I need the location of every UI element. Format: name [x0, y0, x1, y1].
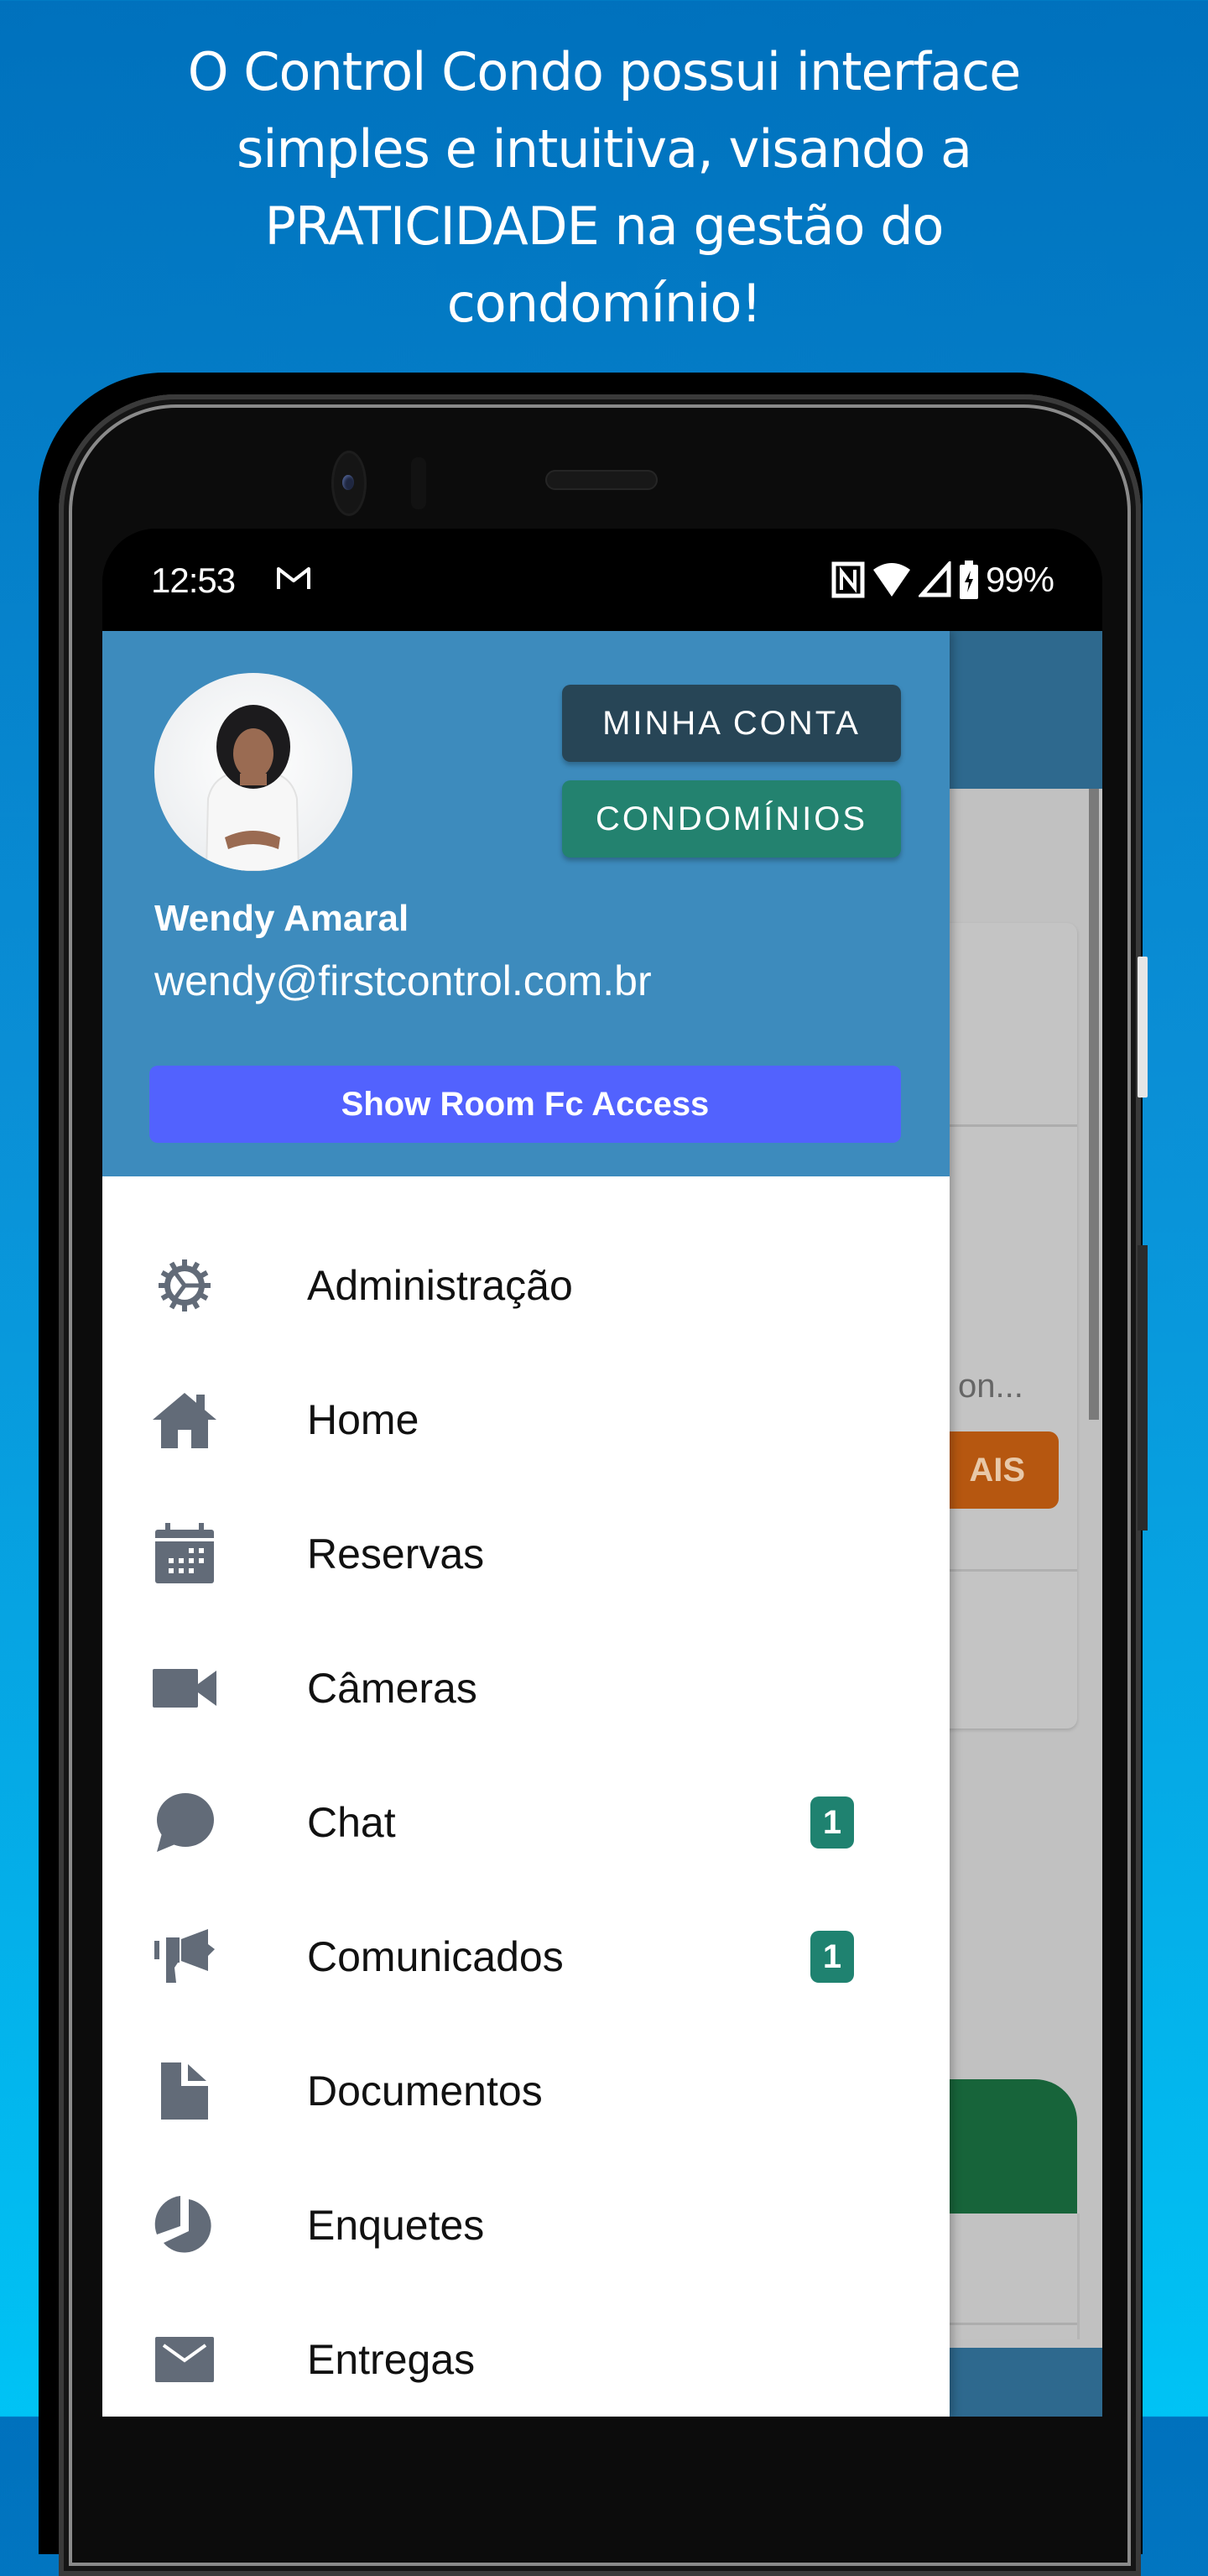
pie-chart-icon — [149, 2190, 220, 2261]
menu-label: Administração — [307, 1262, 573, 1309]
earpiece-speaker — [545, 470, 658, 490]
background-scrollbar — [1089, 789, 1099, 1420]
unread-badge: 1 — [810, 1931, 854, 1983]
headline-line: PRATICIDADE na gestão do — [264, 196, 944, 257]
document-icon — [149, 2056, 220, 2126]
cell-signal-icon — [918, 561, 951, 597]
calendar-icon — [149, 1519, 220, 1589]
condos-button[interactable]: CONDOMÍNIOS — [562, 780, 901, 858]
menu-label: Reservas — [307, 1530, 485, 1577]
card-text-fragment: on... — [958, 1368, 1023, 1405]
chat-bubble-icon — [149, 1787, 220, 1858]
avatar[interactable] — [154, 673, 352, 871]
status-time: 12:53 — [151, 561, 236, 600]
menu-label: Chat — [307, 1799, 396, 1846]
envelope-icon — [149, 2324, 220, 2395]
status-bar: 12:53 99% — [102, 529, 1102, 631]
menu-label: Home — [307, 1396, 419, 1443]
navigation-drawer: MINHA CONTA CONDOMÍNIOS Wendy Amaral wen… — [102, 631, 950, 2417]
megaphone-icon — [149, 1922, 220, 1992]
menu-item-reservas[interactable]: Reservas — [102, 1487, 950, 1621]
menu-label: Entregas — [307, 2336, 476, 2383]
gmail-icon — [277, 567, 310, 589]
nfc-icon — [831, 561, 865, 598]
user-name: Wendy Amaral — [154, 898, 409, 939]
menu-item-chat[interactable]: Chat 1 — [102, 1755, 950, 1890]
menu-label: Comunicados — [307, 1933, 564, 1980]
menu-item-entregas[interactable]: Entregas — [102, 2292, 950, 2417]
phone-power-button — [1138, 957, 1148, 1098]
status-icons: 99% — [831, 559, 1054, 601]
headline-line: simples e intuitiva, visando a — [237, 118, 972, 180]
drawer-menu: Administração Home Reservas Câmeras Chat… — [102, 1218, 950, 2417]
wifi-icon — [872, 563, 910, 597]
headline-line: O Control Condo possui interface — [187, 41, 1021, 102]
front-camera — [334, 453, 364, 514]
menu-item-cameras[interactable]: Câmeras — [102, 1621, 950, 1755]
gear-icon — [149, 1250, 220, 1321]
menu-item-comunicados[interactable]: Comunicados 1 — [102, 1890, 950, 2024]
promo-headline: O Control Condo possui interface simples… — [0, 34, 1208, 342]
phone-screen: 12:53 99% on... AIS MINHA CONTA CONDOMÍN… — [102, 529, 1102, 2417]
menu-item-home[interactable]: Home — [102, 1353, 950, 1487]
battery-percent: 99% — [985, 560, 1054, 599]
menu-label: Câmeras — [307, 1665, 477, 1712]
user-photo — [205, 705, 300, 871]
menu-item-documentos[interactable]: Documentos — [102, 2024, 950, 2158]
battery-charging-icon — [959, 561, 978, 599]
proximity-sensor — [411, 457, 426, 509]
unread-badge: 1 — [810, 1796, 854, 1849]
menu-label: Documentos — [307, 2068, 543, 2115]
menu-item-administracao[interactable]: Administração — [102, 1218, 950, 1353]
home-icon — [149, 1384, 220, 1455]
headline-line: condomínio! — [446, 273, 763, 334]
menu-item-enquetes[interactable]: Enquetes — [102, 2158, 950, 2292]
my-account-button[interactable]: MINHA CONTA — [562, 685, 901, 762]
card-more-button-label: AIS — [969, 1451, 1025, 1489]
phone-volume-button — [1138, 1245, 1148, 1530]
drawer-header: MINHA CONTA CONDOMÍNIOS Wendy Amaral wen… — [102, 631, 950, 1176]
menu-label: Enquetes — [307, 2202, 485, 2249]
showroom-button[interactable]: Show Room Fc Access — [149, 1066, 901, 1143]
user-email: wendy@firstcontrol.com.br — [154, 957, 652, 1004]
video-camera-icon — [149, 1653, 220, 1723]
